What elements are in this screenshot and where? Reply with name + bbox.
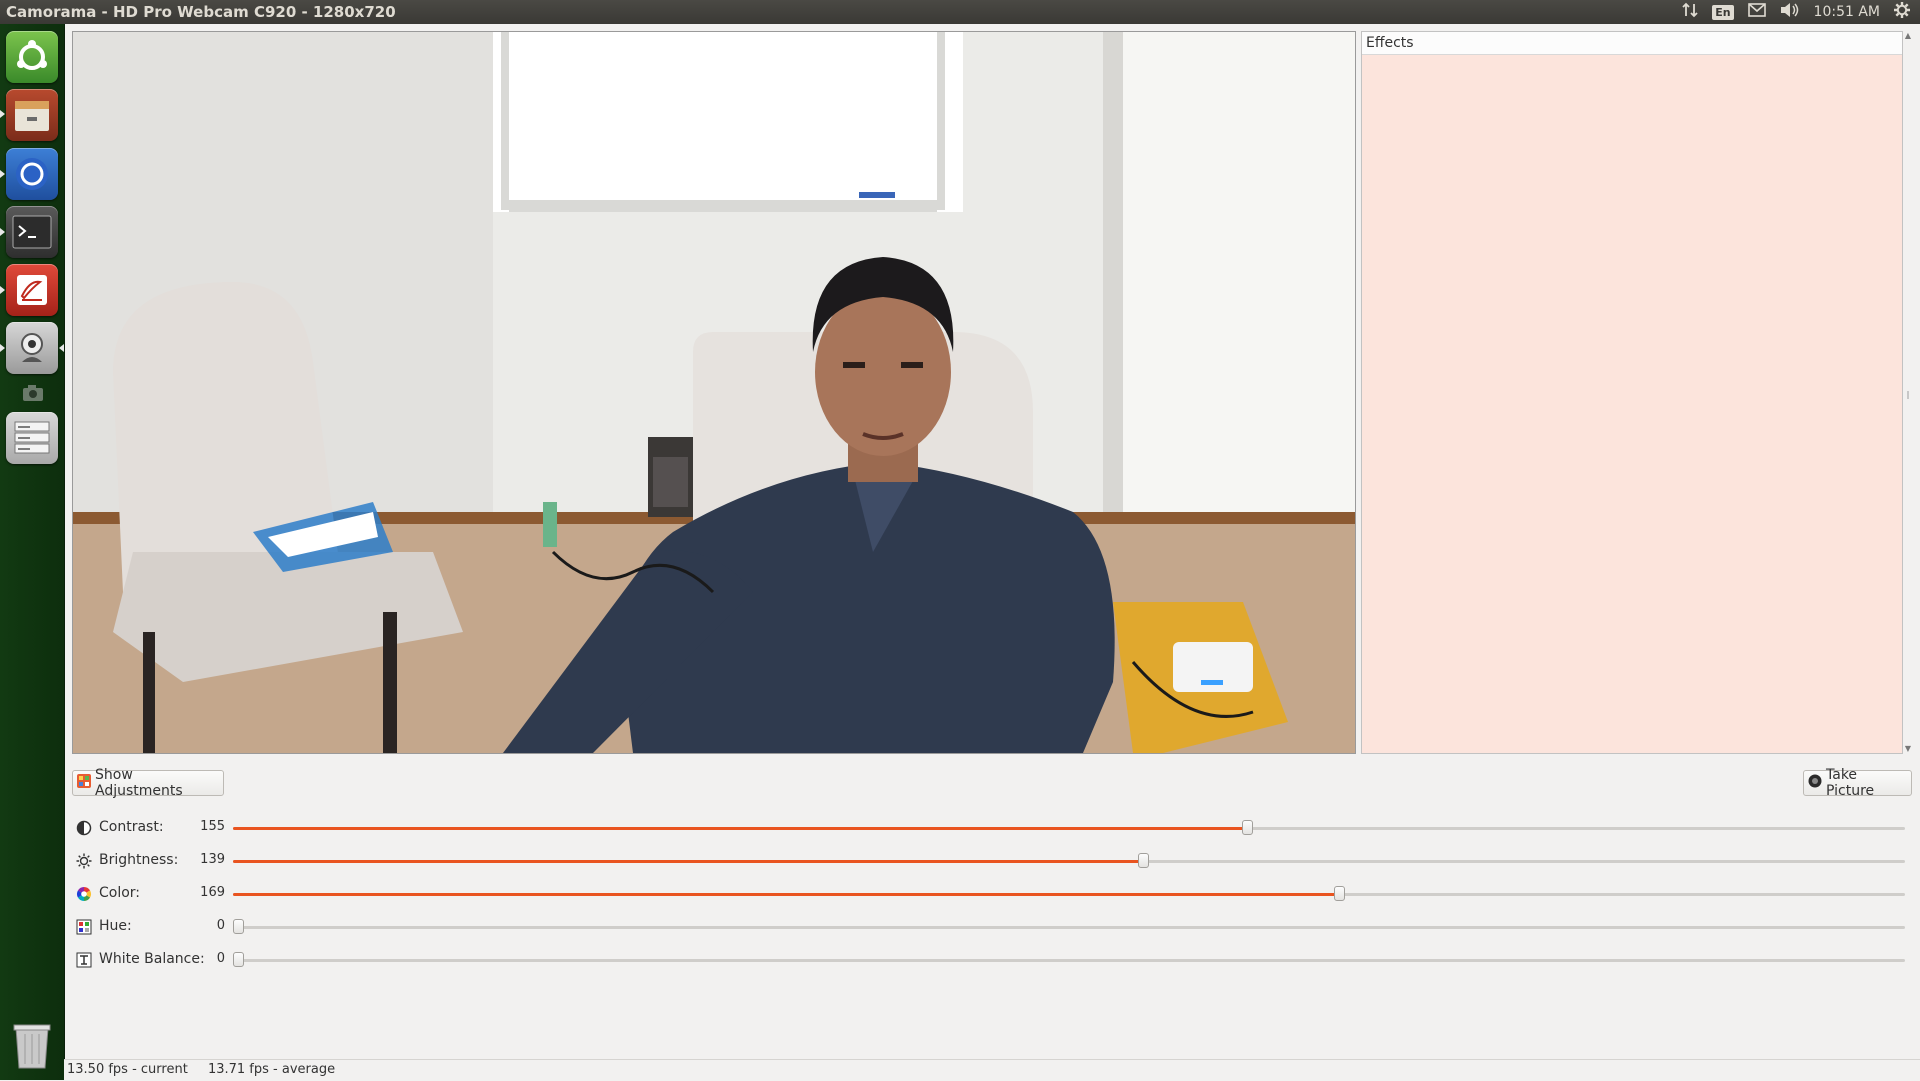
hue-icon (76, 919, 92, 935)
webcam-video-feed (72, 31, 1356, 754)
adjustments-icon (77, 774, 91, 792)
webcam-frame (73, 32, 1355, 753)
fps-average: 13.71 fps - average (207, 1062, 336, 1077)
effects-header[interactable]: Effects (1362, 32, 1902, 55)
brightness-slider-fill (233, 860, 1145, 863)
hue-label: Hue: (99, 918, 132, 934)
brightness-slider[interactable] (233, 853, 1905, 868)
status-bar: 13.50 fps - current 13.71 fps - average (64, 1059, 1920, 1081)
running-indicator (0, 170, 5, 178)
brightness-slider-row: Brightness: 139 (76, 851, 1906, 871)
running-indicator (0, 286, 5, 294)
camera-icon (1808, 774, 1822, 792)
hue-value: 0 (216, 918, 225, 933)
contrast-value: 155 (200, 819, 225, 834)
webcam-icon[interactable] (6, 322, 58, 374)
color-slider-handle[interactable] (1333, 886, 1345, 901)
white-balance-slider-handle[interactable] (233, 952, 244, 967)
contrast-icon (76, 820, 92, 836)
launcher (0, 24, 65, 1080)
hue-slider[interactable] (233, 919, 1905, 934)
hue-slider-handle[interactable] (233, 919, 244, 934)
speaker-icon[interactable] (1780, 2, 1800, 22)
show-adjustments-button[interactable]: Show Adjustments (72, 767, 224, 799)
fps-current: 13.50 fps - current (67, 1062, 188, 1077)
terminal-icon[interactable] (6, 206, 58, 258)
contrast-slider-fill (233, 827, 1248, 830)
brightness-value: 139 (200, 852, 225, 867)
white-balance-slider-row: White Balance: 0 (76, 950, 1906, 970)
color-value: 169 (200, 885, 225, 900)
take-picture-button[interactable]: Take Picture (1803, 767, 1912, 799)
trash-icon[interactable] (6, 1020, 58, 1072)
brightness-slider-handle[interactable] (1138, 853, 1150, 868)
hue-slider-row: Hue: 0 (76, 917, 1906, 937)
focused-indicator (59, 344, 64, 352)
effects-scrollbar[interactable]: ▲ ▼ (1903, 31, 1913, 754)
color-slider-row: Color: 169 (76, 884, 1906, 904)
brightness-icon (76, 853, 92, 869)
camera-icon[interactable] (22, 384, 44, 406)
window-title: Camorama - HD Pro Webcam C920 - 1280x720 (6, 3, 396, 21)
ubuntu-logo-icon[interactable] (6, 31, 58, 83)
scroll-thumb[interactable] (1907, 391, 1909, 399)
white-balance-label: White Balance: (99, 951, 205, 967)
system-tray: En 10:51 AM (1682, 0, 1920, 24)
contrast-slider[interactable] (233, 820, 1905, 835)
pen-icon[interactable] (6, 264, 58, 316)
browser-icon[interactable] (6, 148, 58, 200)
white-balance-value: 0 (216, 951, 225, 966)
drives-icon[interactable] (6, 412, 58, 464)
file-cabinet-icon[interactable] (6, 89, 58, 141)
clock[interactable]: 10:51 AM (1814, 4, 1880, 20)
contrast-slider-handle[interactable] (1241, 820, 1253, 835)
updown-arrows-icon[interactable] (1682, 2, 1698, 22)
show-adjustments-label: Show Adjustments (95, 767, 183, 799)
envelope-icon[interactable] (1747, 3, 1766, 21)
contrast-label: Contrast: (99, 819, 164, 835)
brightness-label: Brightness: (99, 852, 179, 868)
white-balance-icon (76, 952, 92, 968)
gear-icon[interactable] (1894, 2, 1910, 22)
white-balance-slider[interactable] (233, 952, 1905, 967)
color-wheel-icon (76, 886, 92, 902)
scroll-up-arrow-icon[interactable]: ▲ (1903, 31, 1913, 41)
effects-panel[interactable]: Effects (1361, 31, 1903, 754)
running-indicator (0, 344, 5, 352)
take-picture-label: Take Picture (1826, 767, 1875, 799)
color-label: Color: (99, 885, 141, 901)
running-indicator (0, 110, 5, 118)
running-indicator (0, 228, 5, 236)
contrast-slider-row: Contrast: 155 (76, 818, 1906, 838)
scroll-down-arrow-icon[interactable]: ▼ (1903, 744, 1913, 754)
keyboard-layout-indicator[interactable]: En (1712, 4, 1734, 20)
color-slider[interactable] (233, 886, 1905, 901)
top-panel: Camorama - HD Pro Webcam C920 - 1280x720… (0, 0, 1920, 24)
color-slider-fill (233, 893, 1340, 896)
